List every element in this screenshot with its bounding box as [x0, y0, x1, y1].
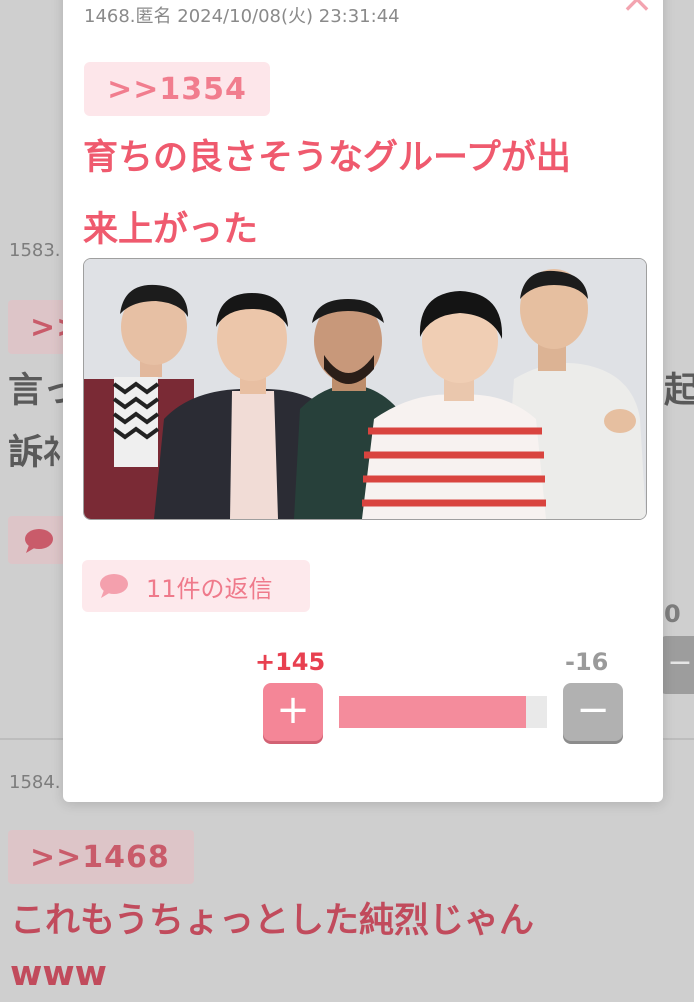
comment-1584-text-line1: これもうちょっとした純烈じゃん: [10, 901, 534, 941]
group-photo: [84, 259, 646, 519]
vote-ratio-fill: [339, 696, 527, 728]
comment-1584-meta: 1584.: [9, 772, 61, 793]
comment-1583-text-line2: 訴ﾈ: [8, 433, 61, 473]
comment-text-line2: 来上がった: [83, 210, 259, 250]
speech-bubble-icon: [100, 574, 128, 598]
comment-1583-anchor[interactable]: >>: [8, 300, 81, 354]
reply-anchor-link[interactable]: >>1354: [84, 62, 270, 116]
side-minus-button[interactable]: −: [660, 636, 694, 694]
comment-1583-meta: 1583.: [9, 240, 61, 261]
comment-popup: × 1468.匿名 2024/10/08(火) 23:31:44 >>1354 …: [63, 0, 663, 802]
plus-vote-button[interactable]: +: [263, 683, 323, 741]
reply-count-button[interactable]: 11件の返信: [82, 560, 310, 612]
comment-1584-text-line2: www: [10, 954, 108, 994]
comment-1583-reply-button[interactable]: [8, 516, 68, 564]
minus-vote-button[interactable]: −: [563, 683, 623, 741]
reply-count-label: 11件の返信: [146, 574, 273, 603]
comment-text: 育ちの良さそうなグループが出 来上がった: [83, 122, 643, 266]
comment-meta: 1468.匿名 2024/10/08(火) 23:31:44: [84, 6, 400, 27]
close-button[interactable]: ×: [617, 0, 657, 19]
comment-1583-text-line1-right: 起: [664, 371, 694, 411]
plus-vote-count: +145: [255, 648, 326, 676]
vote-ratio-bar: [339, 696, 547, 728]
minus-vote-count: -16: [565, 648, 609, 676]
comment-1584-anchor[interactable]: >>1468: [8, 830, 194, 884]
comment-image[interactable]: [83, 258, 647, 520]
comment-text-line1: 育ちの良さそうなグループが出: [83, 138, 571, 178]
side-vote-count: 0: [664, 600, 681, 628]
speech-bubble-icon: [25, 529, 53, 553]
